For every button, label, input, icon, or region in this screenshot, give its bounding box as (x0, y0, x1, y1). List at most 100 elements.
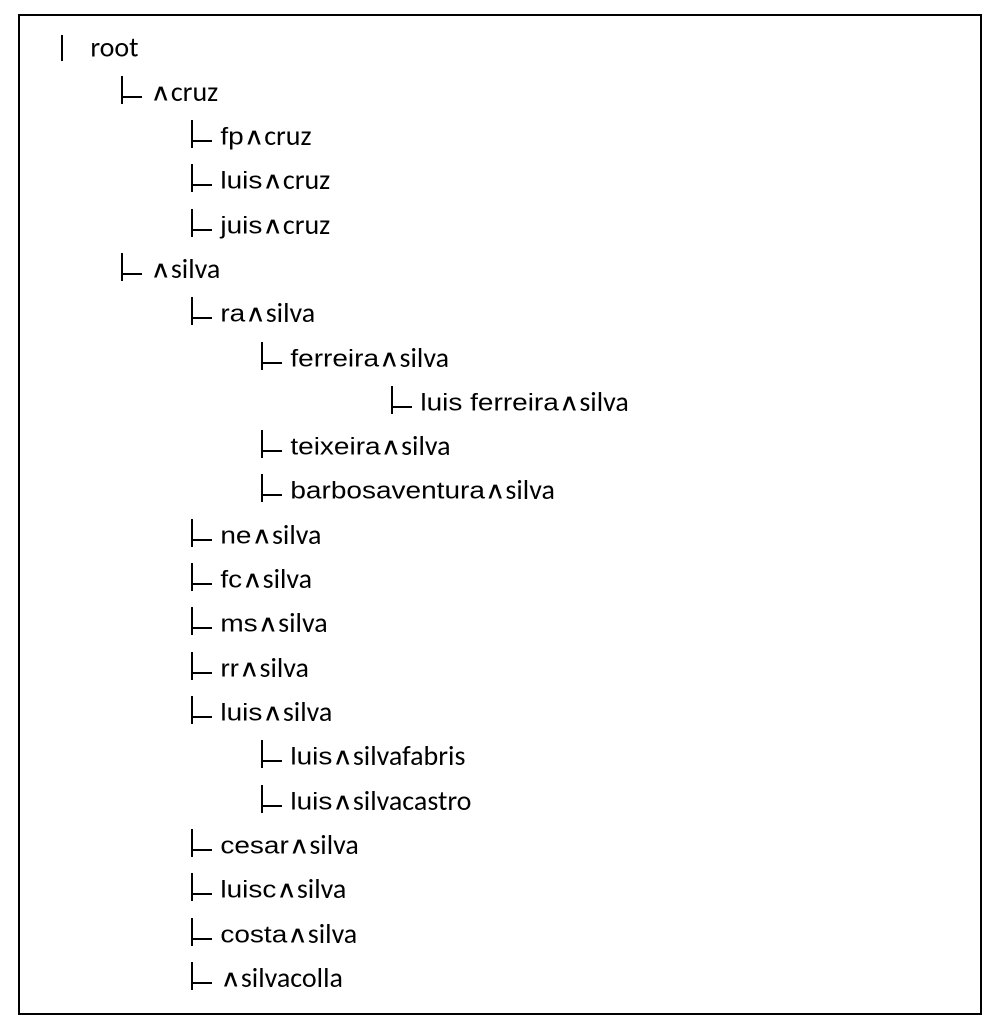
tree-node: fp∧ cruz (188, 113, 972, 157)
tree-node-label: cesar∧ silva (220, 827, 358, 862)
tree-node-text: silva (266, 295, 315, 330)
tree-node: luis∧ silvacastro (258, 777, 972, 821)
tree-node-root: root (58, 24, 972, 68)
tree-node-label: fc∧ silva (220, 561, 312, 596)
tree-node-prefix: luis ferreira∧ (420, 385, 579, 421)
tree-tick-icon (188, 122, 212, 150)
tree-tick-icon (188, 299, 212, 327)
tree-node-text: silva (401, 428, 450, 463)
tree-node-label: luis∧ cruz (220, 162, 330, 197)
tree-node-text: silva (171, 251, 220, 286)
tree-node: ms∧ silva (188, 600, 972, 644)
tree-node: ∧silva (118, 246, 972, 290)
tree-node-label: luis∧ silva (220, 694, 332, 729)
tree-tick-icon (188, 565, 212, 593)
tree-node-prefix: luis∧ (220, 695, 283, 731)
tree-tick-icon (258, 432, 282, 460)
tree-node-text: cruz (283, 207, 330, 242)
tree-node-label: fp∧ cruz (220, 118, 311, 153)
tree-node-text: silva (505, 472, 554, 507)
tree-node-text: cruz (171, 74, 218, 109)
tree-node-text: silva (309, 827, 358, 862)
tree-tick-icon (188, 875, 212, 903)
tree-node-prefix: juis∧ (220, 208, 283, 244)
tree: root ∧ cruz fp∧ cruz luis∧ cruz juis∧ cr… (28, 24, 972, 999)
tree-node-prefix: fp∧ (220, 119, 264, 155)
tree-node-label: juis∧ cruz (220, 207, 330, 242)
tree-node-text: silvacastro (353, 783, 472, 818)
tree-node-prefix: ferreira∧ (290, 341, 399, 377)
tree-tick-icon (188, 211, 212, 239)
tree-tick-icon (388, 388, 412, 416)
tree-node: luis∧ silvafabris (258, 733, 972, 777)
tree-node-label: root (90, 29, 138, 64)
tree-node-label: ra∧ silva (220, 295, 315, 330)
tree-tick-icon (258, 476, 282, 504)
tree-node-label: luis∧ silvafabris (290, 738, 465, 773)
tree-frame: root ∧ cruz fp∧ cruz luis∧ cruz juis∧ cr… (18, 14, 982, 1015)
tree-node-label: costa∧ silva (220, 916, 357, 951)
tree-node: ra∧ silva (188, 290, 972, 334)
tree-node-text: silva (272, 517, 321, 552)
tree-node-label: ne∧ silva (220, 517, 321, 552)
tree-node-label: ∧ cruz (150, 74, 218, 109)
tree-node-label: ∧silva (150, 251, 220, 286)
tree-node-label: ferreira∧ silva (290, 340, 449, 375)
tree-node: ∧ cruz (118, 68, 972, 112)
wedge-icon: ∧ (150, 252, 171, 288)
tree-node-label: barbosaventura∧ silva (290, 472, 555, 507)
tree-node-label: teixeira∧ silva (290, 428, 450, 463)
tree-tick-icon (258, 344, 282, 372)
tree-node-prefix: costa∧ (220, 917, 307, 953)
tree-node-text: cruz (264, 118, 311, 153)
tree-node: rr∧ silva (188, 644, 972, 688)
tree-node: barbosaventura∧ silva (258, 467, 972, 511)
tree-node-text: cruz (283, 162, 330, 197)
tree-node-text: silvafabris (353, 738, 466, 773)
tree-node-text: silva (278, 605, 327, 640)
tree-node-text: silva (260, 650, 309, 685)
tree-node-prefix: luis∧ (290, 784, 353, 820)
tree-node-prefix: luisc∧ (220, 872, 297, 908)
tree-tick-icon (188, 654, 212, 682)
tree-node-prefix: ne∧ (220, 518, 272, 554)
tree-tick-icon (188, 609, 212, 637)
tree-tick-icon (188, 831, 212, 859)
tree-node-text: silva (400, 340, 449, 375)
tree-node: juis∧ cruz (188, 201, 972, 245)
tree-node: luis∧ cruz (188, 157, 972, 201)
tree-node: ferreira∧ silva (258, 334, 972, 378)
tree-node-text: silva (308, 916, 357, 951)
tree-node-text: silvacolla (241, 960, 343, 995)
tree-node: luis∧ silva (188, 689, 972, 733)
tree-tick-icon (188, 698, 212, 726)
tree-node-prefix: barbosaventura∧ (290, 474, 505, 510)
tree-node: teixeira∧ silva (258, 423, 972, 467)
tree-node-text: silva (263, 561, 312, 596)
tree-node-label: ms∧ silva (220, 605, 327, 640)
tree-node: fc∧ silva (188, 556, 972, 600)
tree-node: luisc∧ silva (188, 866, 972, 910)
tree-node-label: rr∧ silva (220, 650, 309, 685)
wedge-icon: ∧ (150, 75, 171, 111)
tree-tick-icon (118, 255, 142, 283)
tree-node-prefix: rr∧ (220, 651, 259, 687)
tree-node-label: luis ferreira∧ silva (420, 384, 628, 419)
tree-node-prefix: fc∧ (220, 562, 262, 598)
tree-tick-icon (58, 33, 82, 61)
tree-tick-icon (258, 742, 282, 770)
tree-node: ne∧ silva (188, 511, 972, 555)
tree-node-text: silva (297, 871, 346, 906)
tree-node-prefix: ∧ (220, 961, 241, 997)
tree-tick-icon (188, 964, 212, 992)
tree-node-prefix: cesar∧ (220, 828, 309, 864)
tree-node-prefix: ms∧ (220, 607, 278, 643)
tree-node-prefix: luis∧ (290, 739, 353, 775)
tree-tick-icon (188, 166, 212, 194)
tree-tick-icon (188, 920, 212, 948)
tree-node-text: silva (579, 384, 628, 419)
tree-tick-icon (118, 78, 142, 106)
tree-node-label: luis∧ silvacastro (290, 783, 471, 818)
tree-node: luis ferreira∧ silva (388, 379, 972, 423)
tree-node-label: luisc∧ silva (220, 871, 346, 906)
